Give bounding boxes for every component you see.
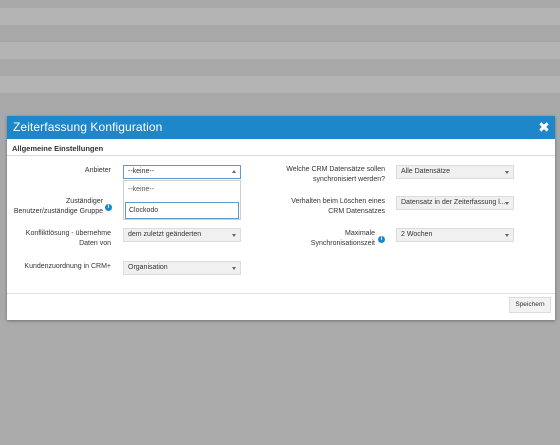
section-title: Allgemeine Einstellungen [12, 144, 104, 153]
background-stripe [0, 42, 560, 59]
konflikt-select[interactable]: dem zuletzt geänderten [123, 228, 241, 242]
verhalten-select[interactable]: Datensatz in der Zeiterfassung l... [396, 196, 514, 210]
chevron-down-icon [505, 202, 509, 205]
welche-select[interactable]: Alle Datensätze [396, 165, 514, 179]
info-icon[interactable]: i [378, 236, 385, 243]
kunden-select-value: Organisation [128, 264, 168, 271]
chevron-up-icon [232, 170, 236, 173]
divider [7, 155, 555, 156]
config-modal: Zeiterfassung Konfiguration ✖ Allgemeine… [7, 116, 555, 320]
background-stripe [0, 76, 560, 93]
dropdown-option[interactable]: --keine-- [124, 183, 240, 197]
anbieter-dropdown: --keine-- Clockodo [123, 180, 241, 220]
divider [7, 293, 555, 294]
maximale-label: Maximale Synchronisationszeit [310, 230, 375, 247]
dropdown-search-input[interactable]: Clockodo [125, 202, 239, 219]
verhalten-select-value: Datensatz in der Zeiterfassung l... [401, 199, 506, 206]
konflikt-label: Konfliktlösung - übernehme Daten von [25, 230, 111, 247]
background-area [0, 320, 560, 445]
verhalten-label: Verhalten beim Löschen eines CRM Datensa… [291, 198, 385, 215]
kunden-select[interactable]: Organisation [123, 261, 241, 275]
info-icon[interactable]: i [105, 204, 112, 211]
chevron-down-icon [505, 171, 509, 174]
welche-select-value: Alle Datensätze [401, 168, 451, 175]
modal-header: Zeiterfassung Konfiguration ✖ [7, 116, 555, 139]
konflikt-select-value: dem zuletzt geänderten [128, 231, 202, 238]
anbieter-select[interactable]: --keine-- [123, 165, 241, 179]
modal-title: Zeiterfassung Konfiguration [13, 120, 163, 134]
anbieter-label: Anbieter [84, 167, 111, 174]
welche-label: Welche CRM Datensätze sollen synchronisi… [286, 166, 385, 183]
close-icon[interactable]: ✖ [537, 119, 551, 135]
background-stripe [0, 8, 560, 25]
save-button[interactable]: Speichern [509, 297, 551, 313]
maximale-select-value: 2 Wochen [401, 231, 433, 238]
chevron-down-icon [232, 267, 236, 270]
kunden-label: Kundenzuordnung in CRM+ [24, 263, 111, 270]
zustaendig-label: Zuständiger Benutzer/zuständige Gruppe [13, 198, 103, 215]
anbieter-select-value: --keine-- [128, 168, 155, 175]
chevron-down-icon [232, 234, 236, 237]
maximale-select[interactable]: 2 Wochen [396, 228, 514, 242]
chevron-down-icon [505, 234, 509, 237]
